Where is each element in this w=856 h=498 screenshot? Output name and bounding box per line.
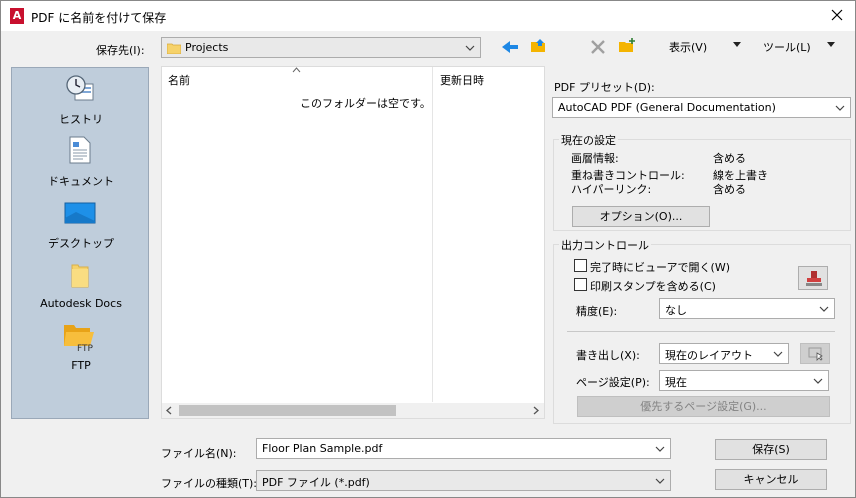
chevron-down-icon [835, 105, 845, 111]
setting-value-layers: 含める [713, 152, 746, 165]
chevron-down-icon [819, 306, 829, 312]
autocad-app-icon: A [10, 8, 24, 24]
place-documents[interactable]: ドキュメント [12, 136, 150, 194]
filetype-value: PDF ファイル (*.pdf) [262, 476, 370, 489]
select-layouts-button[interactable] [800, 343, 830, 364]
save-pdf-dialog: A PDF に名前を付けて保存 保存先(I): Projects 表示(V) ツ… [0, 0, 856, 498]
folder-icon [167, 43, 181, 54]
back-arrow-icon[interactable] [501, 39, 519, 55]
setting-name-layers: 画層情報: [571, 152, 619, 165]
setting-name-hyperlinks: ハイパーリンク: [571, 183, 652, 196]
save-in-value: Projects [185, 41, 229, 54]
history-icon [66, 75, 94, 101]
include-stamp-checkbox[interactable] [574, 278, 587, 291]
horizontal-scrollbar[interactable] [162, 403, 544, 418]
include-stamp-label[interactable]: 印刷スタンプを含める(C) [590, 278, 716, 294]
column-header-name[interactable]: 名前 [168, 72, 190, 88]
chevron-down-icon [813, 378, 823, 384]
precision-value: なし [665, 304, 687, 317]
folder-up-icon[interactable] [529, 37, 549, 55]
pdf-preset-label: PDF プリセット(D): [554, 81, 655, 94]
save-in-label: 保存先(I): [96, 44, 145, 57]
page-setup-dropdown[interactable]: 現在 [659, 370, 829, 391]
autodesk-docs-icon [71, 264, 89, 288]
export-value: 現在のレイアウト [665, 349, 753, 362]
filename-label: ファイル名(N): [161, 447, 237, 460]
places-bar: ヒストリ ドキュメント デスクトップ Autodesk Docs FTP FTP [11, 67, 149, 419]
scroll-left-icon[interactable] [165, 406, 173, 415]
view-menu-arrow-icon[interactable] [733, 42, 741, 48]
scroll-thumb[interactable] [179, 405, 396, 416]
filetype-label: ファイルの種類(T): [161, 477, 258, 490]
window-title: PDF に名前を付けて保存 [31, 11, 167, 25]
page-setup-value: 現在 [665, 376, 687, 389]
place-autodesk-docs[interactable]: Autodesk Docs [12, 260, 150, 318]
options-button[interactable]: オプション(O)... [572, 206, 710, 227]
filename-value: Floor Plan Sample.pdf [262, 442, 383, 455]
stamp-settings-button[interactable] [798, 266, 828, 290]
open-viewer-checkbox[interactable] [574, 259, 587, 272]
empty-folder-message: このフォルダーは空です。 [300, 97, 431, 110]
save-in-dropdown[interactable]: Projects [161, 37, 481, 58]
chevron-down-icon [773, 351, 783, 357]
place-ftp[interactable]: FTP FTP [12, 322, 150, 380]
column-header-modified[interactable]: 更新日時 [440, 72, 484, 88]
sort-ascending-icon [292, 67, 301, 73]
place-history[interactable]: ヒストリ [12, 74, 150, 132]
svg-text:FTP: FTP [77, 344, 94, 352]
current-settings-title: 現在の設定 [559, 132, 618, 148]
place-label-desktop: デスクトップ [48, 237, 114, 250]
tools-menu[interactable]: ツール(L) [763, 39, 811, 55]
layout-select-icon [808, 347, 823, 361]
cancel-button[interactable]: キャンセル [715, 469, 827, 490]
export-label: 書き出し(X): [576, 349, 640, 362]
ftp-folder-icon: FTP [64, 325, 94, 352]
tools-menu-arrow-icon[interactable] [827, 42, 835, 48]
chevron-down-icon[interactable] [655, 444, 665, 454]
place-label-history: ヒストリ [59, 113, 103, 126]
precision-dropdown[interactable]: なし [659, 298, 835, 319]
place-desktop[interactable]: デスクトップ [12, 198, 150, 256]
new-folder-icon[interactable] [617, 37, 637, 55]
open-viewer-label[interactable]: 完了時にビューアで開く(W) [590, 259, 730, 275]
chevron-down-icon [655, 478, 665, 484]
documents-icon [69, 136, 91, 164]
place-label-ftp: FTP [71, 359, 91, 372]
pdf-preset-value: AutoCAD PDF (General Documentation) [558, 101, 776, 114]
place-label-autodesk-docs: Autodesk Docs [40, 297, 122, 310]
divider [567, 331, 835, 332]
save-button[interactable]: 保存(S) [715, 439, 827, 460]
pdf-preset-dropdown[interactable]: AutoCAD PDF (General Documentation) [552, 97, 851, 118]
scroll-right-icon[interactable] [532, 406, 540, 415]
filename-input[interactable]: Floor Plan Sample.pdf [256, 438, 671, 459]
filetype-dropdown[interactable]: PDF ファイル (*.pdf) [256, 470, 671, 491]
setting-value-hyperlinks: 含める [713, 183, 746, 196]
file-list[interactable]: 名前 更新日時 このフォルダーは空です。 [161, 66, 545, 419]
page-setup-label: ページ設定(P): [576, 376, 650, 389]
precision-label: 精度(E): [576, 305, 618, 318]
override-page-setup-button[interactable]: 優先するページ設定(G)... [577, 396, 830, 417]
output-control-title: 出力コントロール [559, 237, 651, 253]
stamp-icon [806, 271, 822, 286]
view-menu[interactable]: 表示(V) [669, 39, 707, 55]
column-divider[interactable] [432, 67, 433, 402]
export-dropdown[interactable]: 現在のレイアウト [659, 343, 789, 364]
delete-icon[interactable] [590, 39, 606, 55]
place-label-documents: ドキュメント [48, 175, 114, 188]
desktop-icon [64, 202, 96, 224]
chevron-down-icon [465, 45, 475, 51]
close-icon[interactable] [829, 7, 845, 23]
title-bar: A PDF に名前を付けて保存 [1, 1, 855, 31]
